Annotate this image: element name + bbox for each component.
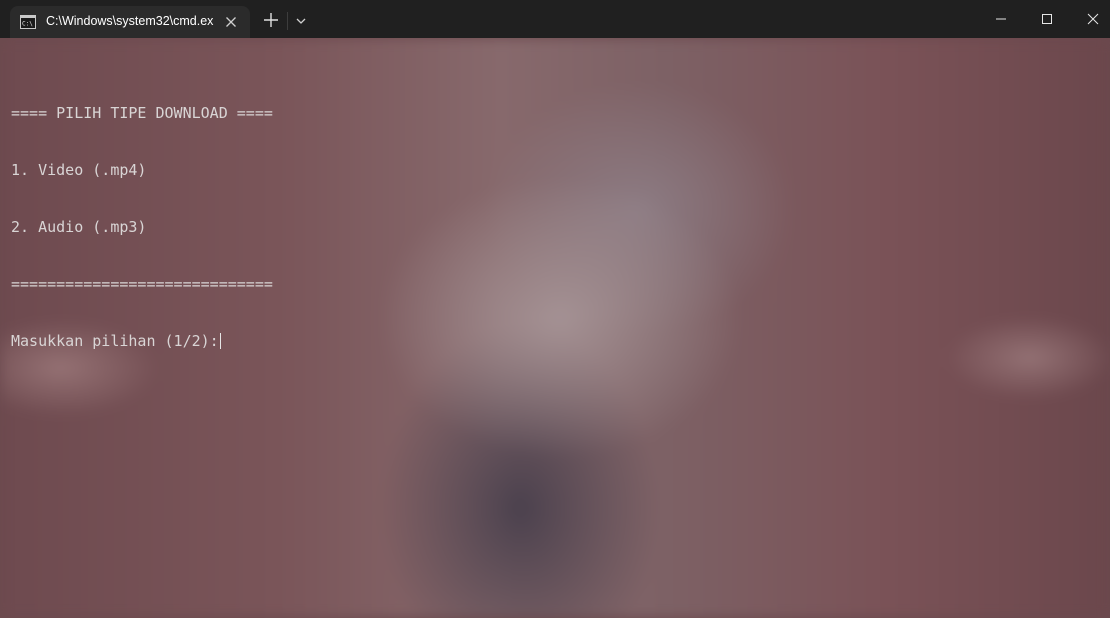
close-button[interactable] (1070, 0, 1110, 38)
tab-divider (287, 12, 288, 30)
chevron-down-icon[interactable] (295, 15, 307, 27)
maximize-icon (1042, 14, 1052, 24)
console-prompt: Masukkan pilihan (1/2): (11, 332, 219, 350)
svg-text:C:\: C:\ (22, 21, 33, 28)
tab-title: C:\Windows\system32\cmd.ex (46, 14, 214, 28)
minimize-icon (996, 18, 1006, 20)
terminal-window: C:\ C:\Windows\system32\cmd.ex ==== PILI… (0, 0, 1110, 618)
close-icon (1087, 13, 1099, 25)
terminal-area[interactable]: ==== PILIH TIPE DOWNLOAD ==== 1. Video (… (0, 38, 1110, 618)
console-prompt-line[interactable]: Masukkan pilihan (1/2): (11, 332, 273, 351)
tab-cmd[interactable]: C:\ C:\Windows\system32\cmd.ex (10, 6, 250, 38)
title-bar[interactable]: C:\ C:\Windows\system32\cmd.ex (0, 0, 1110, 38)
console-output[interactable]: ==== PILIH TIPE DOWNLOAD ==== 1. Video (… (11, 66, 273, 389)
minimize-button[interactable] (978, 0, 1024, 38)
console-line: 1. Video (.mp4) (11, 161, 147, 179)
console-line: ============================= (11, 275, 273, 293)
tab-close-icon[interactable] (222, 13, 240, 31)
text-cursor (219, 333, 221, 349)
cmd-icon: C:\ (20, 15, 36, 29)
plus-icon[interactable] (263, 12, 279, 28)
console-line: ==== PILIH TIPE DOWNLOAD ==== (11, 104, 273, 122)
console-line: 2. Audio (.mp3) (11, 218, 147, 236)
maximize-button[interactable] (1024, 0, 1070, 38)
